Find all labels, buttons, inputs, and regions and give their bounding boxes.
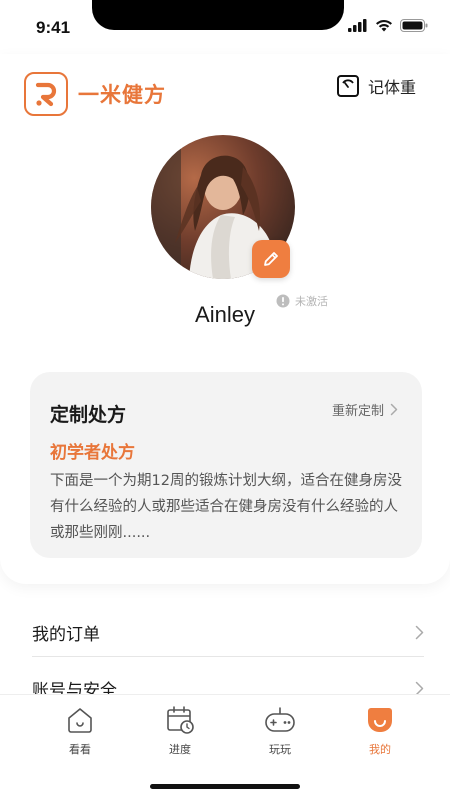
tab-label: 看看 xyxy=(69,743,91,756)
profile-icon xyxy=(368,708,392,732)
prescription-title: 定制处方 xyxy=(50,404,127,426)
tab-label: 玩玩 xyxy=(269,743,291,756)
gamepad-icon xyxy=(265,707,295,732)
prescription-subtitle: 初学者处方 xyxy=(50,443,135,463)
edit-avatar-button[interactable] xyxy=(252,240,290,278)
record-weight-label: 记体重 xyxy=(367,78,416,97)
logo-r-icon xyxy=(35,82,57,107)
info-icon xyxy=(276,294,290,308)
prescription-description: 下面是一个为期12周的锻炼计划大纲，适合在健身房没有什么经验的人或那些适合在健身… xyxy=(50,473,402,541)
wifi-icon xyxy=(376,19,392,32)
tab-label: 进度 xyxy=(169,743,191,756)
record-weight-button[interactable]: 记体重 xyxy=(336,74,416,98)
chevron-right-icon xyxy=(390,403,398,416)
signal-icon xyxy=(348,19,367,32)
tab-progress[interactable]: 进度 xyxy=(140,705,220,757)
list-item-label: 我的订单 xyxy=(32,624,100,645)
recustomize-button[interactable]: 重新定制 xyxy=(332,400,398,419)
chevron-right-icon xyxy=(415,625,424,639)
activation-status-label: 未激活 xyxy=(295,295,328,308)
scale-icon xyxy=(336,75,359,97)
activation-status[interactable]: 未激活 xyxy=(276,293,328,309)
notch xyxy=(92,0,344,30)
status-icons xyxy=(348,19,428,32)
app-logo xyxy=(24,72,68,116)
status-time: 9:41 xyxy=(36,18,71,37)
prescription-card[interactable]: 定制处方 重新定制 初学者处方 下面是一个为期12周的锻炼计划大纲，适合在健身房… xyxy=(30,372,422,558)
pencil-icon xyxy=(264,252,278,266)
tab-play[interactable]: 玩玩 xyxy=(240,705,320,757)
recustomize-label: 重新定制 xyxy=(331,404,384,419)
tab-mine[interactable]: 我的 xyxy=(340,705,420,757)
tab-label: 我的 xyxy=(369,743,391,756)
tab-look[interactable]: 看看 xyxy=(40,705,120,757)
brand: 一米健方 xyxy=(24,72,166,116)
battery-icon xyxy=(400,19,428,32)
list-item-my-orders[interactable]: 我的订单 xyxy=(32,604,424,660)
home-indicator xyxy=(150,784,300,789)
status-bar: 9:41 xyxy=(0,0,450,54)
brand-name: 一米健方 xyxy=(78,83,166,107)
username: Ainley xyxy=(195,302,255,327)
house-icon xyxy=(68,708,92,733)
calendar-clock-icon xyxy=(167,706,194,734)
list-divider xyxy=(32,656,424,657)
